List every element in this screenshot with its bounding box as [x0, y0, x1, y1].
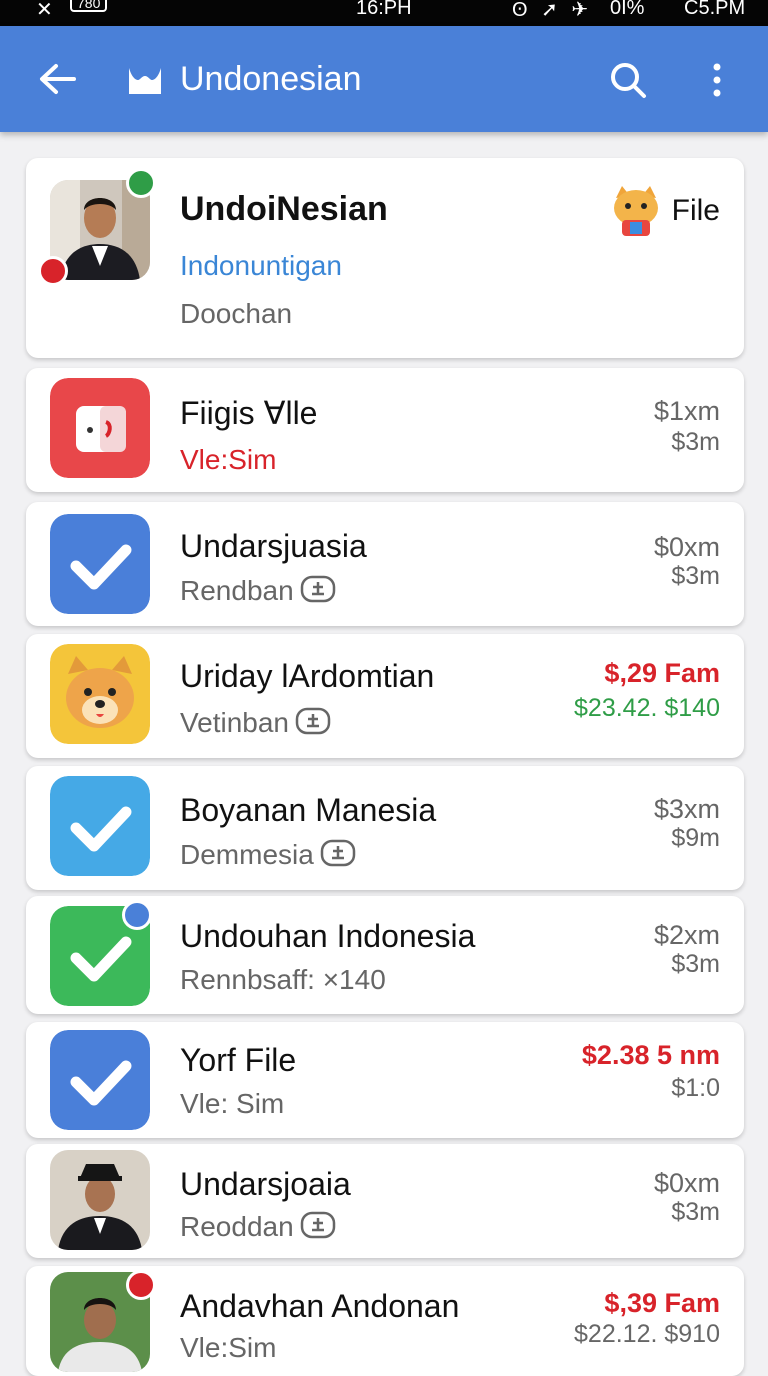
item-price: $2.38 5 nm [581, 1040, 720, 1070]
item-title: Undouhan Indonesia [180, 918, 476, 954]
item-subtitle: Rennbsaff: ×140 [180, 964, 386, 995]
item-price-secondary: $3m [671, 562, 720, 590]
search-icon[interactable] [608, 60, 648, 100]
item-subtitle-row: Vetinban [180, 706, 331, 739]
list-item[interactable]: Andavhan Andonan Vle:Sim $,39 Fam $22.12… [26, 1266, 744, 1376]
red-status-badge [126, 1270, 156, 1300]
item-subtitle-row: Reoddan [180, 1210, 336, 1243]
item-price: $0xm [653, 1168, 720, 1198]
checkmark-icon [50, 1030, 150, 1130]
list-item[interactable]: Uriday lArdomtian Vetinban $,29 Fam $23.… [26, 634, 744, 758]
archive-icon [295, 706, 331, 736]
list-item[interactable]: Undouhan Indonesia Rennbsaff: ×140 $2xm … [26, 896, 744, 1014]
item-subtitle: Reoddan [180, 1211, 294, 1242]
item-price: $0xm [653, 532, 720, 562]
list-item[interactable]: Yorf File Vle: Sim $2.38 5 nm $1:0 [26, 1022, 744, 1138]
profile-title: UndoiNesian [180, 190, 388, 228]
item-subtitle: Demmesia [180, 839, 314, 870]
item-price-secondary: $9m [671, 824, 720, 852]
item-price: $,29 Fam [604, 658, 720, 688]
list-item[interactable]: Undarsjuasia Rendban $0xm $3m [26, 502, 744, 626]
status-bar: ✕ 780 16:PH ʘ ➚ ✈ 0I% C5.PM [0, 0, 768, 26]
list-item[interactable]: Undarsjoaia Reoddan $0xm $3m [26, 1144, 744, 1258]
status-time: 16:PH [356, 0, 412, 19]
item-price: $3xm [653, 794, 720, 824]
dog-icon [50, 644, 150, 744]
avatar [50, 1150, 150, 1250]
item-price-secondary: $3m [671, 950, 720, 978]
file-label[interactable]: File [672, 194, 720, 228]
item-title: Uriday lArdomtian [180, 658, 435, 694]
profile-detail: Doochan [180, 298, 293, 329]
item-price-secondary: $3m [671, 1198, 720, 1226]
archive-icon [300, 574, 336, 604]
item-price-secondary: $22.12. $910 [574, 1320, 720, 1348]
checkmark-icon [50, 776, 150, 876]
red-status-badge [38, 256, 68, 286]
item-title: Yorf File [180, 1042, 297, 1078]
more-vertical-icon[interactable] [708, 62, 726, 98]
status-clock-right: C5.PM [684, 0, 746, 19]
item-price-secondary: $23.42. $140 [574, 694, 720, 722]
list-item[interactable]: Fiigis ∀lle Vle:Sim $1xm $3m [26, 368, 744, 492]
item-subtitle-row: Demmesia [180, 838, 356, 871]
arrow-left-icon[interactable] [36, 58, 78, 100]
item-price: $,39 Fam [604, 1288, 720, 1318]
item-subtitle: Vetinban [180, 707, 289, 738]
item-title: Undarsjoaia [180, 1166, 351, 1202]
item-title: Boyanan Manesia [180, 792, 437, 828]
music-note-icon [122, 900, 152, 930]
list-item[interactable]: Boyanan Manesia Demmesia $3xm $9m [26, 766, 744, 890]
bag-icon [126, 64, 164, 96]
checkmark-icon [50, 514, 150, 614]
item-price: $1xm [653, 396, 720, 426]
app-title: Undonesian [180, 60, 362, 98]
item-subtitle-row: Rendban [180, 574, 336, 607]
archive-icon [320, 838, 356, 868]
item-price-secondary: $1:0 [671, 1074, 720, 1102]
item-subtitle: Vle:Sim [180, 444, 277, 475]
item-title: Undarsjuasia [180, 528, 367, 564]
item-price-secondary: $3m [671, 428, 720, 456]
item-title: Andavhan Andonan [180, 1288, 460, 1324]
item-price: $2xm [653, 920, 720, 950]
archive-icon [300, 1210, 336, 1240]
item-title: Fiigis ∀lle [180, 395, 318, 431]
x-icon: ✕ [36, 0, 53, 21]
item-subtitle: Rendban [180, 575, 294, 606]
green-status-badge [126, 168, 156, 198]
battery-percent: 0I% [610, 0, 645, 19]
app-tile-icon [50, 378, 150, 478]
status-badge: 780 [70, 0, 108, 12]
profile-card[interactable]: UndoiNesian Indonuntigan Doochan File [26, 158, 744, 358]
cat-mascot-icon [608, 184, 664, 240]
profile-link[interactable]: Indonuntigan [180, 250, 342, 282]
app-bar: Undonesian [0, 26, 768, 132]
item-subtitle: Vle:Sim [180, 1332, 277, 1363]
item-subtitle: Vle: Sim [180, 1088, 285, 1119]
status-icons: ʘ ➚ ✈ [512, 0, 593, 21]
